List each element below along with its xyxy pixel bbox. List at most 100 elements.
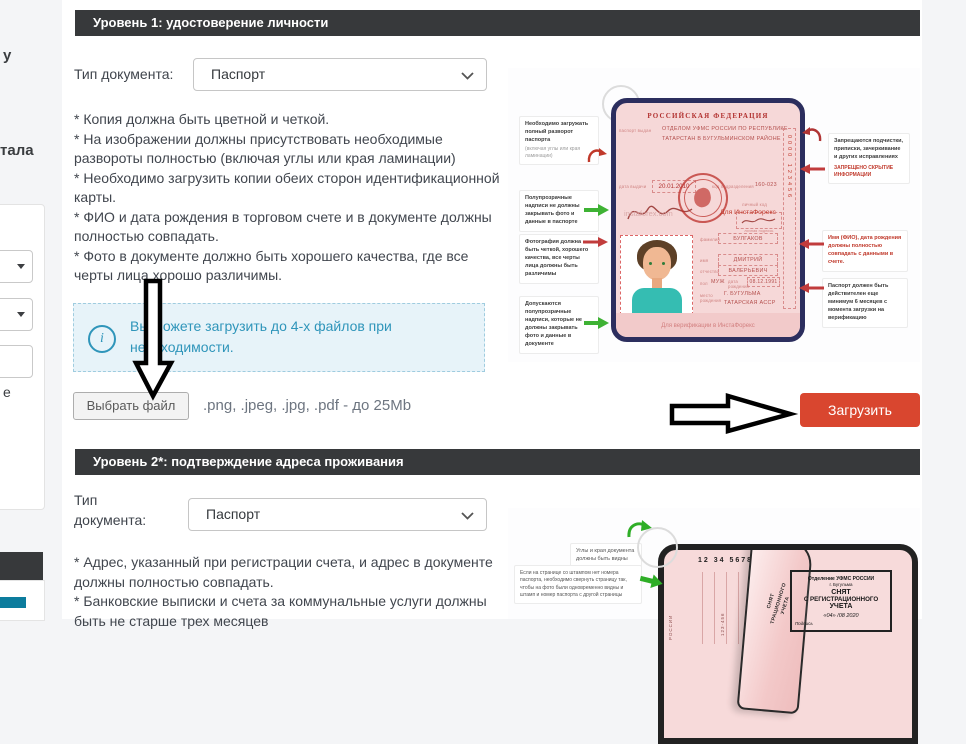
red-arrow-left-icon [799, 282, 825, 294]
sidebar-teal-button[interactable] [0, 597, 26, 608]
passport-name: ДМИТРИЙ [718, 254, 778, 265]
passport-label: паспорт выдан [619, 128, 659, 133]
annotation-text: Допускаются полупрозрачные надписи, кото… [525, 301, 582, 347]
doc-type-label: Тип [74, 492, 97, 508]
red-curved-arrow-icon [586, 146, 608, 164]
stamp-line: Подпись [795, 621, 887, 626]
avatar-face [643, 247, 671, 280]
annotation-text: Если на странице со штампом нет номера п… [520, 570, 627, 598]
stamp-line: СНЯТ [795, 589, 887, 596]
doc-type-selected-value: Паспорт [206, 506, 260, 522]
passport-label: отчество [700, 269, 719, 274]
red-arrow-left-icon [800, 163, 826, 175]
file-formats-hint: .png, .jpeg, .jpg, .pdf - до 25Mb [203, 397, 411, 414]
info-icon: i [88, 325, 116, 353]
choose-file-button[interactable]: Выбрать файл [73, 392, 189, 420]
registration-stamp: Отделение УФМС РОССИИ г. Бугульма СНЯТ С… [790, 570, 892, 632]
passport-label: имя [700, 258, 708, 263]
requirement-item: * Необходимо загрузить копии обеих сторо… [74, 169, 506, 208]
info-note-text: Вы можете загрузить до 4-х файлов при не… [130, 316, 430, 358]
chevron-down-icon [461, 512, 474, 520]
avatar-eye [662, 262, 665, 265]
annotation-subtext: (включая углы или края ламинации) [525, 146, 593, 161]
passport-serial: 0000 123456 [786, 135, 792, 200]
annotation-box: Паспорт должен быть действителен еще мин… [822, 278, 908, 328]
annotation-box: Если на странице со штампом нет номера п… [514, 565, 642, 604]
upload-button[interactable]: Загрузить [800, 393, 920, 427]
doc-type-label: документа: [74, 512, 146, 528]
annotation-box: Запрещаются подчистки, приписки, зачерки… [828, 133, 910, 184]
stamp-line: «04» /08 2020 [795, 613, 887, 619]
passport-issued-by: ОТДЕЛОМ УФМС РОССИИ ПО РЕСПУБЛИКЕ [662, 126, 788, 132]
passport-birth-place: Г. БУГУЛЬМА [724, 291, 761, 297]
sidebar-dropdown[interactable] [0, 250, 33, 283]
page-fold-line [714, 572, 715, 644]
green-arrow-icon [583, 316, 609, 330]
annotation-text: Паспорт должен быть действителен еще мин… [828, 283, 888, 321]
verification-page: { "colors": { "header_bar": "#37393b", "… [0, 0, 966, 619]
info-box: i Вы можете загрузить до 4-х файлов при … [73, 303, 485, 372]
dropdown-arrow-icon [17, 312, 25, 317]
level2-header-bar: Уровень 2*: подтверждение адреса прожива… [75, 449, 920, 475]
sample-passport: РОССИЙСКАЯ ФЕДЕРАЦИЯ паспорт выдан ОТДЕЛ… [611, 98, 805, 342]
page-fold-line [738, 572, 739, 644]
red-arrow-left-icon [799, 238, 825, 250]
sidebar-dropdown[interactable] [0, 298, 33, 331]
annotation-box: Имя (ФИО), дата рождения должны полность… [822, 230, 908, 272]
sidebar-text-fragment: е [3, 384, 11, 400]
sample-passport-spread: 12 34 567890 РОССИИ 123-456 СНЯТ ТРАЦИОН… [658, 544, 918, 744]
passport-division-code: 160-023 [755, 182, 777, 188]
stamp-line: УЧЕТА [795, 603, 887, 610]
chevron-down-icon [461, 72, 474, 80]
passport-label: личный код [742, 202, 767, 207]
level2-requirements: * Адрес, указанный при регистрации счета… [74, 553, 514, 631]
page-fold-line [726, 572, 727, 644]
annotation-text: Полупрозрачные надписи не должны закрыва… [525, 195, 580, 225]
passport-vertical-text: РОССИИ [668, 580, 673, 640]
corner-highlight-circle [637, 527, 678, 568]
avatar-eye [649, 262, 652, 265]
passport-issued-by: ТАТАРСТАН В БУГУЛЬМИНСКОМ РАЙОНЕ [662, 136, 781, 142]
annotation-text: Углы и края документа должны быть видны [576, 548, 634, 562]
green-arrow-icon [583, 203, 609, 217]
page-fold-line [702, 572, 703, 644]
passport-photo [620, 235, 693, 315]
avatar-shirt [632, 288, 682, 315]
doc-type-select[interactable]: Паспорт [193, 58, 487, 91]
doc-type-selected-value: Паспорт [211, 66, 265, 82]
stamp-line: г. Бугульма [795, 582, 887, 587]
passport-label: фамилия [700, 237, 720, 242]
watermark-text: instaforex.com [624, 209, 673, 218]
sidebar-text-fragment: у [3, 47, 11, 64]
requirement-item: * Копия должна быть цветной и четкой. [74, 110, 506, 130]
watermark-text: Для ИнстаФорекс [720, 209, 776, 216]
passport-serial-box: 0000 123456 [783, 128, 796, 309]
requirement-item: * Адрес, указанный при регистрации счета… [74, 553, 514, 592]
passport-title: РОССИЙСКАЯ ФЕДЕРАЦИЯ [616, 112, 800, 120]
passport-patronymic: ВАЛЕРЬЕВИЧ [718, 265, 778, 276]
passport-label: дата выдачи [619, 184, 651, 189]
passport-vertical-text: 123-456 [720, 596, 725, 636]
stamp-line: С РЕГИСТРАЦИОННОГО [795, 596, 887, 603]
sidebar-section-bar [0, 552, 43, 580]
level1-requirements: * Копия должна быть цветной и четкой. * … [74, 110, 506, 286]
passport-label: пол [700, 281, 708, 286]
requirement-item: * На изображении должны присутствовать н… [74, 130, 506, 169]
passport-label: место рождения [700, 293, 722, 303]
passport-birth-date: 08.12.1991 [747, 277, 780, 287]
annotation-text: Запрещаются подчистки, приписки, зачерки… [834, 138, 903, 160]
level1-header-bar: Уровень 1: удостоверение личности [75, 10, 920, 36]
sidebar-input[interactable] [0, 345, 33, 378]
dropdown-arrow-icon [17, 264, 25, 269]
annotation-warning-text: ЗАПРЕЩЕНО СКРЫТИЕ ИНФОРМАЦИИ [834, 165, 904, 180]
passport-sex: МУЖ [711, 279, 725, 285]
doc-type-label: Тип документа: [74, 66, 173, 82]
sidebar-text-fragment: тала [0, 142, 34, 159]
annotation-text: Необходимо загружать полный разворот пас… [525, 121, 588, 143]
requirement-item: * Фото в документе должно быть хорошего … [74, 247, 506, 286]
annotation-text: Фотография должна быть четкой, хорошего … [525, 239, 588, 277]
red-arrow-icon [582, 236, 608, 248]
doc-type-select[interactable]: Паспорт [188, 498, 487, 531]
passport-surname: БУЛГАКОВ [718, 233, 778, 244]
passport-footer-text: Для верификации в ИнстаФорекс [616, 323, 800, 329]
